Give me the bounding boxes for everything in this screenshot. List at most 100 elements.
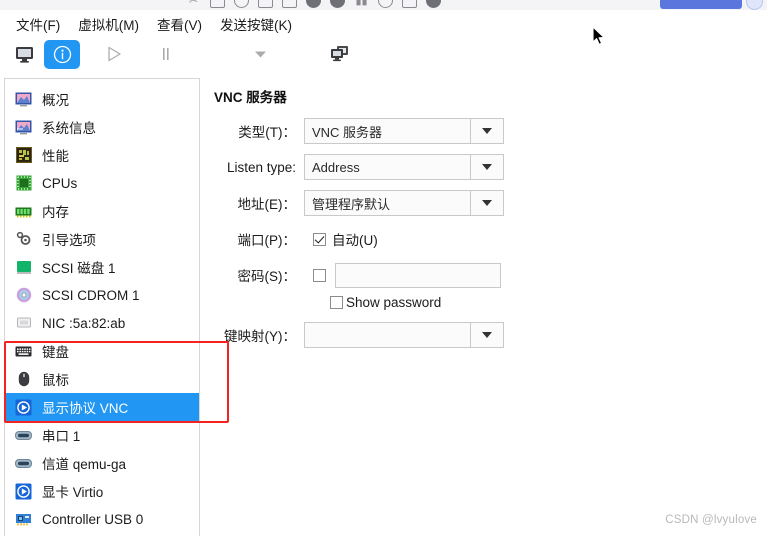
password-label: 密码(S)： (237, 269, 297, 284)
listen-type-select-arrow[interactable] (470, 154, 504, 180)
hardware-list: 概况 系统信息 性能 CPUs 内存 引导选项 SCSI 磁盘 1 SCSI C… (5, 79, 199, 533)
cpu-icon (15, 175, 32, 192)
monitor-icon (15, 46, 33, 63)
publish-button[interactable] (660, 0, 742, 9)
sidebar-item-serial-1[interactable]: 串口 1 (5, 421, 199, 449)
toolbar-run-button[interactable] (96, 40, 132, 69)
sidebar-item-label: 显卡 Virtio (42, 485, 104, 500)
address-label: 地址(E)： (237, 197, 297, 212)
menu-file[interactable]: 文件(F) (8, 12, 70, 36)
video-card-icon (15, 483, 32, 500)
sidebar-item-label: Controller USB 0 (42, 511, 144, 527)
toolbar-shutdown-menu-button[interactable] (242, 40, 278, 69)
sidebar-item-video-virtio[interactable]: 显卡 Virtio (5, 477, 199, 505)
system-info-icon (15, 119, 32, 136)
port-auto-label: 自动(U) (332, 233, 378, 248)
show-password-checkbox[interactable] (330, 296, 343, 309)
chevron-down-icon (254, 51, 266, 58)
channel-icon (15, 455, 32, 472)
sidebar-item-keyboard[interactable]: 键盘 (5, 337, 199, 365)
link-icon (402, 0, 417, 8)
image-icon (210, 0, 225, 8)
chevron-down-icon (482, 332, 492, 338)
chevron-down-icon (482, 128, 492, 134)
device-detail-panel: VNC 服务器 类型(T)： VNC 服务器 Listen type: Addr… (208, 80, 764, 536)
port-auto-group[interactable]: 自动(U) (313, 229, 378, 249)
menu-bar: 文件(F) 虚拟机(M) 查看(V) 发送按键(K) (0, 10, 767, 38)
address-select-value: 管理程序默认 (304, 190, 470, 216)
keyboard-icon (15, 343, 32, 360)
sidebar-item-controller-usb-0[interactable]: Controller USB 0 (5, 505, 199, 533)
browser-account-area (660, 0, 763, 10)
sidebar-item-label: 内存 (42, 205, 69, 220)
toolbar-snapshots-button[interactable] (322, 40, 358, 69)
memory-icon (15, 203, 32, 220)
password-input[interactable] (335, 262, 501, 288)
sidebar-item-overview[interactable]: 概况 (5, 85, 199, 113)
menu-view[interactable]: 查看(V) (149, 12, 212, 36)
mouse-icon (15, 371, 32, 388)
chevron-down-icon (482, 200, 492, 206)
address-select[interactable]: 管理程序默认 (304, 190, 504, 216)
sidebar-item-label: NIC :5a:82:ab (42, 315, 126, 331)
keymap-row: 键映射(Y)： (208, 322, 764, 348)
avatar[interactable] (746, 0, 763, 10)
listen-type-select[interactable]: Address (304, 154, 504, 180)
sidebar-item-label: 性能 (42, 149, 69, 164)
color-dark2-icon (330, 0, 345, 8)
type-select[interactable]: VNC 服务器 (304, 118, 504, 144)
keymap-label: 键映射(Y)： (224, 329, 296, 344)
play-icon (108, 46, 121, 62)
sidebar-item-label: 系统信息 (42, 121, 96, 136)
show-password-row[interactable]: Show password (208, 295, 764, 310)
sidebar-item-display-vnc[interactable]: 显示协议 VNC (5, 393, 199, 421)
sidebar-item-nic[interactable]: NIC :5a:82:ab (5, 309, 199, 337)
port-row: 端口(P)： 自动(U) (208, 226, 764, 252)
sidebar-item-memory[interactable]: 内存 (5, 197, 199, 225)
windows-stack-icon (331, 46, 348, 62)
toolbar-console-button[interactable] (6, 40, 42, 69)
toolbar-pause-button[interactable] (148, 40, 184, 69)
sidebar-item-label: 显示协议 VNC (42, 401, 129, 416)
menu-send-key[interactable]: 发送按键(K) (212, 12, 302, 36)
listen-type-row: Listen type: Address (208, 154, 764, 180)
browser-toolbar-icons: ✂ ▮▮ (186, 0, 441, 8)
sidebar-item-label: CPUs (42, 175, 78, 191)
emoji-icon (234, 0, 249, 8)
toolbar (0, 36, 767, 73)
sidebar-item-cpus[interactable]: CPUs (5, 169, 199, 197)
sidebar-item-channel-qemu-ga[interactable]: 信道 qemu-ga (5, 449, 199, 477)
sidebar-item-performance[interactable]: 性能 (5, 141, 199, 169)
keymap-select-arrow[interactable] (470, 322, 504, 348)
sidebar-item-label: 引导选项 (42, 233, 96, 248)
sidebar-item-label: 信道 qemu-ga (42, 457, 127, 472)
sidebar-item-label: 鼠标 (42, 373, 69, 388)
serial-port-icon (15, 427, 32, 444)
hardware-sidebar[interactable]: 概况 系统信息 性能 CPUs 内存 引导选项 SCSI 磁盘 1 SCSI C… (4, 78, 200, 536)
keymap-select[interactable] (304, 322, 504, 348)
info-icon (53, 45, 71, 63)
type-label: 类型(T)： (238, 125, 296, 140)
sidebar-item-scsi-cdrom-1[interactable]: SCSI CDROM 1 (5, 281, 199, 309)
circle-icon (378, 0, 393, 8)
save-icon (258, 0, 273, 8)
sidebar-item-mouse[interactable]: 鼠标 (5, 365, 199, 393)
address-select-arrow[interactable] (470, 190, 504, 216)
type-select-arrow[interactable] (470, 118, 504, 144)
toolbar-details-button[interactable] (44, 39, 80, 69)
type-row: 类型(T)： VNC 服务器 (208, 118, 764, 144)
sidebar-item-label: SCSI CDROM 1 (42, 287, 140, 303)
sidebar-item-scsi-disk-1[interactable]: SCSI 磁盘 1 (5, 253, 199, 281)
sidebar-item-label: 键盘 (42, 345, 69, 360)
watermark: CSDN @lvyulove (665, 514, 757, 526)
virt-manager-window: ✂ ▮▮ 文件(F) 虚拟机(M) 查看(V) 发送按键(K) 概况 系统信息 … (0, 0, 767, 536)
more-icon (426, 0, 441, 8)
menu-virtual-machine[interactable]: 虚拟机(M) (70, 12, 149, 36)
show-password-label: Show password (346, 295, 442, 310)
sidebar-item-boot-options[interactable]: 引导选项 (5, 225, 199, 253)
port-auto-checkbox[interactable] (313, 232, 326, 246)
disk-icon (15, 259, 32, 276)
sidebar-item-system-info[interactable]: 系统信息 (5, 113, 199, 141)
password-enable-checkbox[interactable] (313, 268, 326, 282)
panel-title: VNC 服务器 (214, 90, 287, 105)
